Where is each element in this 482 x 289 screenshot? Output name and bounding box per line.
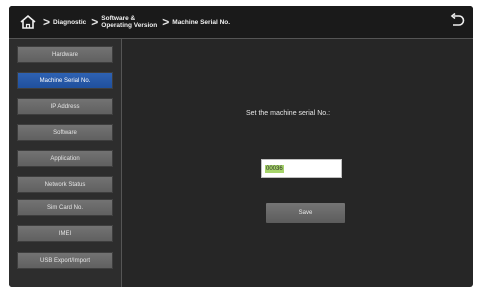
back-arrow-icon[interactable] — [449, 12, 465, 29]
home-icon[interactable] — [18, 12, 38, 32]
breadcrumb-machine-serial-no: Machine Serial No. — [172, 18, 231, 26]
chevron-right-icon: > — [162, 15, 170, 29]
sidebar-item-application[interactable]: Application — [17, 150, 113, 167]
sidebar-item-hardware[interactable]: Hardware — [17, 46, 113, 63]
sidebar: Hardware Machine Serial No. IP Address S… — [9, 39, 122, 287]
breadcrumb-line-1: Software & — [101, 15, 136, 22]
breadcrumb-line-2: Operating Version — [101, 22, 158, 29]
breadcrumb-diagnostic[interactable]: Diagnostic — [53, 19, 86, 26]
save-button[interactable]: Save — [266, 203, 345, 223]
chevron-right-icon: > — [91, 15, 99, 29]
top-bar: > Diagnostic > Software & Operating Vers… — [9, 6, 473, 39]
serial-number-value: 00036 — [265, 164, 284, 173]
main-content: Set the machine serial No.: 00036 Save — [122, 39, 473, 287]
device-screen: > Diagnostic > Software & Operating Vers… — [9, 6, 473, 287]
chevron-right-icon: > — [43, 15, 51, 29]
sidebar-item-imei[interactable]: IMEI — [17, 225, 113, 242]
serial-prompt-label: Set the machine serial No.: — [246, 110, 331, 117]
serial-number-input[interactable]: 00036 — [261, 159, 342, 178]
sidebar-item-network-status[interactable]: Network Status — [17, 176, 113, 193]
sidebar-item-software[interactable]: Software — [17, 124, 113, 141]
breadcrumb-software-operating-version[interactable]: Software & Operating Version — [101, 15, 157, 29]
sidebar-item-usb-export-import[interactable]: USB Export/Import — [17, 252, 113, 269]
sidebar-item-ip-address[interactable]: IP Address — [17, 98, 113, 115]
sidebar-item-sim-card-no[interactable]: Sim Card No. — [17, 199, 113, 216]
sidebar-item-machine-serial-no[interactable]: Machine Serial No. — [17, 72, 113, 89]
